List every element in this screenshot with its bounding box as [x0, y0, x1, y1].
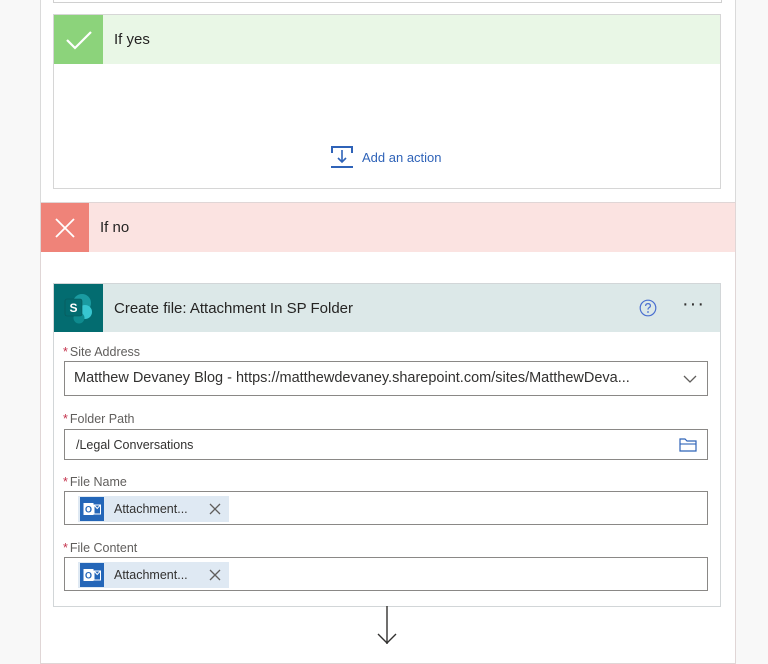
branch-if-no-header[interactable]: If no — [41, 203, 735, 252]
add-action-icon — [331, 146, 353, 168]
site-address-dropdown[interactable]: Matthew Devaney Blog - https://matthewde… — [64, 361, 708, 396]
checkmark-icon — [54, 15, 103, 64]
help-icon[interactable] — [639, 299, 657, 317]
folder-path-value: /Legal Conversations — [76, 438, 194, 452]
add-an-action-label: Add an action — [362, 149, 442, 165]
action-card-header[interactable]: S Create file: Attachment In SP Folder ·… — [54, 284, 720, 332]
file-name-label: * File Name — [63, 475, 127, 489]
chevron-down-icon — [683, 375, 697, 383]
outlook-icon: O — [80, 563, 104, 587]
flow-arrow-down-icon — [377, 606, 397, 644]
file-content-label: * File Content — [63, 541, 138, 555]
folder-picker-icon[interactable] — [679, 437, 697, 452]
branch-if-yes-header[interactable]: If yes — [54, 15, 720, 64]
site-address-value: Matthew Devaney Blog - https://matthewde… — [74, 370, 630, 386]
svg-text:S: S — [69, 301, 77, 315]
close-x-icon — [41, 203, 89, 252]
action-card-title: Create file: Attachment In SP Folder — [114, 299, 354, 317]
branch-if-no-title: If no — [100, 219, 130, 236]
more-options-icon[interactable]: ··· — [682, 294, 705, 314]
token-label: Attachment... — [114, 568, 188, 582]
file-name-input[interactable]: O Attachment... — [64, 491, 708, 525]
sharepoint-logo-icon: S — [54, 284, 103, 332]
folder-path-label: * Folder Path — [63, 412, 135, 426]
previous-card-edge — [53, 0, 722, 3]
outlook-icon: O — [80, 497, 104, 521]
remove-token-icon[interactable] — [209, 503, 221, 515]
add-an-action-button[interactable]: Add an action — [330, 145, 442, 169]
svg-text:O: O — [85, 571, 92, 581]
site-address-label: * Site Address — [63, 345, 141, 359]
attachment-token[interactable]: O Attachment... — [78, 496, 229, 522]
create-file-action-card: S Create file: Attachment In SP Folder ·… — [53, 283, 721, 607]
branch-if-yes: If yes Add an action — [53, 14, 721, 189]
file-content-input[interactable]: O Attachment... — [64, 557, 708, 591]
attachment-token[interactable]: O Attachment... — [78, 562, 229, 588]
svg-text:O: O — [85, 505, 92, 515]
remove-token-icon[interactable] — [209, 569, 221, 581]
folder-path-input[interactable]: /Legal Conversations — [64, 429, 708, 460]
branch-if-yes-title: If yes — [114, 31, 150, 48]
token-label: Attachment... — [114, 502, 188, 516]
